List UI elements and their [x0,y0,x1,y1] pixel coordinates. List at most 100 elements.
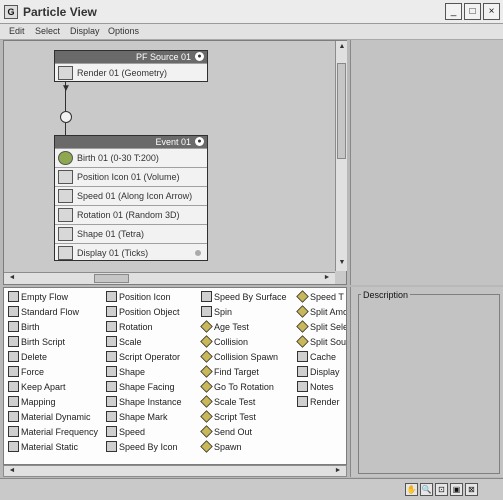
maximize-button[interactable]: □ [464,3,481,20]
zoom-region-icon[interactable]: ⊡ [435,483,448,496]
depot-item[interactable]: Speed T [296,290,344,305]
speed-by-surface-icon [201,291,212,302]
depot-item[interactable]: Position Object [106,306,180,320]
scroll-left-icon[interactable]: ◄ [6,274,18,281]
depot-item[interactable]: Speed By Surface [201,291,287,305]
depot-item[interactable]: Shape Facing [106,381,175,395]
depot-item[interactable]: Collision [200,335,248,350]
depot-item[interactable]: Force [8,366,44,380]
scroll-left-icon[interactable]: ◄ [6,467,18,474]
depot-item[interactable]: Display [297,366,340,380]
depot-item[interactable]: Collision Spawn [200,350,278,365]
depot-item[interactable]: Find Target [200,365,259,380]
lightbulb-icon[interactable]: ● [195,52,204,61]
window-title: Particle View [23,5,97,19]
minimize-button[interactable]: _ [445,3,462,20]
event-display-pane[interactable]: PF Source 01 ● Render 01 (Geometry) ▼ Ev… [3,40,347,285]
palette-horizontal-scrollbar[interactable]: ◄ ► [3,465,347,477]
app-icon[interactable]: G [4,5,18,19]
shape-icon [106,366,117,377]
pf-source-box[interactable]: PF Source 01 ● Render 01 (Geometry) [54,50,208,82]
operator-row[interactable]: Display 01 (Ticks) [55,243,207,262]
operator-row[interactable]: Rotation 01 (Random 3D) [55,205,207,224]
event-header[interactable]: Event 01 ● [55,136,207,148]
material-icon [8,411,19,422]
depot-item[interactable]: Spin [201,306,232,320]
depot-item[interactable]: Render [297,396,340,410]
depot-item[interactable]: Send Out [200,425,252,440]
birth-script-icon [8,336,19,347]
scroll-down-icon[interactable]: ▼ [336,259,348,266]
depot-palette[interactable]: Empty Flow Standard Flow Birth Birth Scr… [3,287,347,465]
depot-item[interactable]: Go To Rotation [200,380,274,395]
scroll-right-icon[interactable]: ► [332,467,344,474]
shape-facing-icon [106,381,117,392]
depot-item[interactable]: Material Dynamic [8,411,91,425]
depot-item[interactable]: Birth [8,321,40,335]
graph-horizontal-scrollbar[interactable]: ◄ ► [4,272,335,284]
depot-item[interactable]: Split Sou [296,335,346,350]
depot-item[interactable]: Mapping [8,396,56,410]
operator-row[interactable]: Render 01 (Geometry) [55,63,207,82]
depot-item[interactable]: Speed [106,426,145,440]
zoom-extents-icon[interactable]: ▣ [450,483,463,496]
flow-icon [8,306,19,317]
depot-item[interactable]: Cache [297,351,336,365]
scroll-up-icon[interactable]: ▲ [336,43,348,50]
operator-row[interactable]: Birth 01 (0-30 T:200) [55,148,207,167]
split-selected-icon [296,320,309,333]
operator-row[interactable]: Shape 01 (Tetra) [55,224,207,243]
scroll-right-icon[interactable]: ► [321,274,333,281]
operator-row[interactable]: Position Icon 01 (Volume) [55,167,207,186]
depot-item[interactable]: Keep Apart [8,381,66,395]
depot-item[interactable]: Age Test [200,320,249,335]
graph-vertical-scrollbar[interactable]: ▲ ▼ [335,41,347,271]
depot-item[interactable]: Script Operator [106,351,180,365]
depot-item[interactable]: Spawn [200,440,242,455]
depot-item[interactable]: Notes [297,381,334,395]
depot-item[interactable]: Material Frequency [8,426,98,440]
scroll-thumb[interactable] [337,63,346,159]
menu-options[interactable]: Options [108,26,139,36]
operator-row[interactable]: Speed 01 (Along Icon Arrow) [55,186,207,205]
depot-item[interactable]: Material Static [8,441,78,455]
description-label: Description [361,290,411,300]
depot-item[interactable]: Speed By Icon [106,441,178,455]
depot-item[interactable]: Birth Script [8,336,65,350]
scale-icon [106,336,117,347]
lightbulb-icon[interactable]: ● [195,137,204,146]
depot-item[interactable]: Split Sele [296,320,346,335]
depot-item[interactable]: Shape Mark [106,411,168,425]
parameters-pane[interactable] [350,40,503,285]
depot-item[interactable]: Scale [106,336,142,350]
no-zoom-icon[interactable]: ⊠ [465,483,478,496]
pan-icon[interactable]: ✋ [405,483,418,496]
depot-item[interactable]: Scale Test [200,395,255,410]
depot-item[interactable]: Empty Flow [8,291,68,305]
connector-port[interactable] [60,111,72,123]
speed-icon [106,426,117,437]
depot-item[interactable]: Split Amo [296,305,346,320]
depot-item[interactable]: Shape Instance [106,396,182,410]
shape-icon [58,227,73,241]
close-button[interactable]: × [483,3,500,20]
scroll-thumb[interactable] [94,274,129,283]
depot-item[interactable]: Standard Flow [8,306,79,320]
depot-item[interactable]: Shape [106,366,145,380]
menu-edit[interactable]: Edit [9,26,25,36]
force-icon [8,366,19,377]
wire [65,123,66,135]
menu-select[interactable]: Select [35,26,60,36]
depot-item[interactable]: Delete [8,351,47,365]
event-box[interactable]: Event 01 ● Birth 01 (0-30 T:200) Positio… [54,135,208,261]
depot-item[interactable]: Rotation [106,321,153,335]
depot-item[interactable]: Script Test [200,410,256,425]
arrow-down-icon: ▼ [61,83,71,94]
menu-display[interactable]: Display [70,26,100,36]
pf-source-header[interactable]: PF Source 01 ● [55,51,207,63]
go-to-rotation-icon [200,380,213,393]
rotation-icon [106,321,117,332]
depot-item[interactable]: Position Icon [106,291,171,305]
zoom-icon[interactable]: 🔍 [420,483,433,496]
description-box [358,294,500,474]
